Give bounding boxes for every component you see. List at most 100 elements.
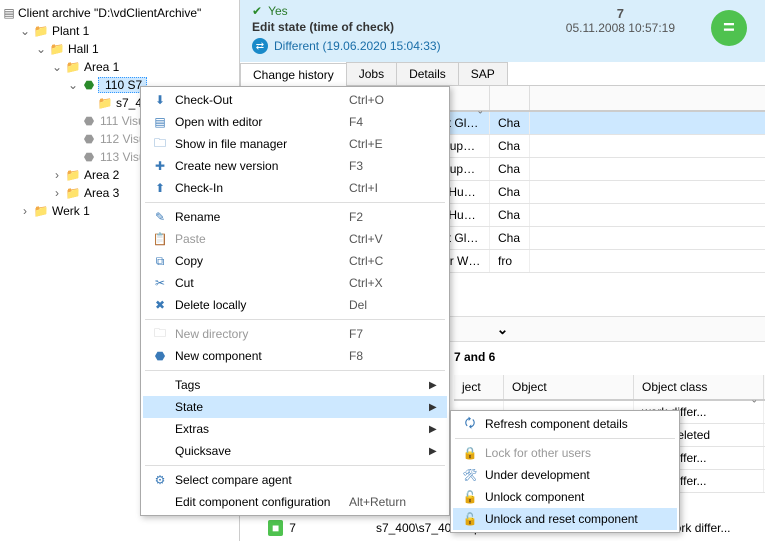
delete-icon: ✖	[149, 298, 171, 312]
submenu-lock-others: 🔒Lock for other users	[453, 442, 677, 464]
twisty-open-icon: ⌄	[18, 24, 32, 38]
component-icon: ⬣	[80, 78, 98, 92]
state-submenu: 🗘Refresh component details 🔒Lock for oth…	[450, 410, 680, 533]
cell-event: Cha	[490, 158, 530, 180]
col-event[interactable]	[490, 86, 530, 110]
different-label: Different (19.06.2020 15:04:33)	[274, 39, 441, 53]
tree-label: Werk 1	[50, 204, 90, 218]
menu-copy[interactable]: ⧉CopyCtrl+C	[143, 250, 447, 272]
twisty-open-icon: ⌄	[50, 60, 64, 74]
info-panel: ✔Yes Edit state (time of check) ⇄ Differ…	[240, 0, 765, 62]
submenu-arrow-icon: ▶	[429, 380, 441, 391]
new-component-icon: ⬣	[149, 349, 171, 363]
tree-label: 113 Visu	[98, 150, 146, 164]
open-icon: ▤	[149, 115, 171, 129]
tree-label: Area 2	[82, 168, 119, 182]
component-dim-icon: ⬣	[80, 132, 98, 146]
menu-new-component[interactable]: ⬣New componentF8	[143, 345, 447, 367]
refresh-icon: 🗘	[459, 414, 481, 435]
tab-bar: Change history Jobs Details SAP	[240, 62, 765, 86]
menu-edit-config[interactable]: Edit component configurationAlt+Return	[143, 491, 447, 513]
submenu-arrow-icon: ▶	[429, 402, 441, 413]
cell-event: Cha	[490, 135, 530, 157]
cell-event: fro	[490, 250, 530, 272]
component-dim-icon: ⬣	[80, 150, 98, 164]
menu-open-editor[interactable]: ▤Open with editorF4	[143, 111, 447, 133]
tree-area1[interactable]: ⌄ 📁 Area 1	[2, 58, 237, 76]
tab-sap[interactable]: SAP	[458, 62, 508, 85]
tree-label: Area 3	[82, 186, 119, 200]
pencil-icon: ✎	[149, 210, 171, 224]
submenu-unlock[interactable]: 🔓Unlock component	[453, 486, 677, 508]
edit-state-label: Edit state (time of check)	[252, 20, 753, 34]
folder-icon: 📁	[32, 24, 50, 38]
tab-jobs[interactable]: Jobs	[346, 62, 397, 85]
folder-icon: 📁	[64, 168, 82, 182]
menu-tags[interactable]: Tags▶	[143, 374, 447, 396]
menu-select-compare[interactable]: ⚙Select compare agent	[143, 469, 447, 491]
menu-cut[interactable]: ✂CutCtrl+X	[143, 272, 447, 294]
menu-new-directory: 🗀New directoryF7	[143, 323, 447, 345]
chevron-down-icon: ⌄	[497, 321, 509, 338]
wrench-icon: 🛠	[459, 468, 481, 482]
paste-icon: 📋	[149, 232, 171, 246]
menu-separator	[145, 465, 445, 466]
menu-create-version[interactable]: ✚Create new versionF3	[143, 155, 447, 177]
lock-icon: 🔒	[459, 446, 481, 460]
menu-state[interactable]: State▶	[143, 396, 447, 418]
menu-checkin[interactable]: ⬆Check-InCtrl+I	[143, 177, 447, 199]
menu-rename[interactable]: ✎RenameF2	[143, 206, 447, 228]
tree-root[interactable]: ▤ Client archive "D:\vdClientArchive"	[2, 4, 237, 22]
cell-event: Cha	[490, 204, 530, 226]
tree-label: 110 S7	[103, 78, 142, 92]
copy-icon: ⧉	[149, 254, 171, 269]
compare-section-label: 7 and 6	[454, 350, 495, 364]
menu-separator	[145, 319, 445, 320]
equal-badge-icon: =	[711, 10, 747, 46]
new-version-icon: ✚	[149, 159, 171, 173]
version-timestamp: 05.11.2008 10:57:19	[566, 21, 675, 35]
tree-label: 111 Visu	[98, 114, 145, 128]
folder-icon: 📁	[32, 204, 50, 218]
folder-icon: 🗀	[149, 134, 171, 155]
tab-details[interactable]: Details	[396, 62, 459, 85]
tree-label: Hall 1	[66, 42, 99, 56]
menu-checkout[interactable]: ⬇Check-OutCtrl+O	[143, 89, 447, 111]
submenu-unlock-reset[interactable]: 🔓Unlock and reset component	[453, 508, 677, 530]
submenu-arrow-icon: ▶	[429, 446, 441, 457]
tree-label: s7_4	[114, 96, 142, 110]
twisty-open-icon: ⌄	[66, 78, 80, 92]
col2-a[interactable]: ject	[454, 375, 504, 399]
submenu-under-dev[interactable]: 🛠Under development	[453, 464, 677, 486]
col2-object[interactable]: Object	[504, 375, 634, 399]
folder-icon: 📁	[64, 186, 82, 200]
folder-icon: 📁	[64, 60, 82, 74]
cell-event: Cha	[490, 227, 530, 249]
menu-separator	[145, 370, 445, 371]
cell-event: Cha	[490, 181, 530, 203]
menu-extras[interactable]: Extras▶	[143, 418, 447, 440]
tree-label: Plant 1	[50, 24, 89, 38]
component-dim-icon: ⬣	[80, 114, 98, 128]
tab-change-history[interactable]: Change history	[240, 63, 347, 86]
checkout-icon: ⬇	[149, 93, 171, 107]
twisty-closed-icon: ›	[50, 168, 64, 182]
menu-delete-locally[interactable]: ✖Delete locallyDel	[143, 294, 447, 316]
grid2-header: ject Object Object class	[454, 375, 765, 400]
menu-show-filemanager[interactable]: 🗀Show in file managerCtrl+E	[143, 133, 447, 155]
twisty-closed-icon: ›	[18, 204, 32, 218]
tree-root-label: Client archive "D:\vdClientArchive"	[16, 6, 201, 20]
menu-quicksave[interactable]: Quicksave▶	[143, 440, 447, 462]
twisty-closed-icon: ›	[50, 186, 64, 200]
new-folder-icon: 🗀	[149, 324, 171, 345]
submenu-arrow-icon: ▶	[429, 424, 441, 435]
tree-hall1[interactable]: ⌄ 📁 Hall 1	[2, 40, 237, 58]
bottom-seven: 7	[289, 521, 296, 535]
different-icon: ⇄	[252, 38, 268, 54]
version-icon: ■	[268, 520, 283, 536]
check-icon: ✔	[252, 4, 262, 18]
submenu-refresh[interactable]: 🗘Refresh component details	[453, 413, 677, 435]
tree-plant1[interactable]: ⌄ 📁 Plant 1	[2, 22, 237, 40]
server-icon: ▤	[2, 6, 16, 20]
col2-object-class[interactable]: Object class	[634, 375, 764, 399]
